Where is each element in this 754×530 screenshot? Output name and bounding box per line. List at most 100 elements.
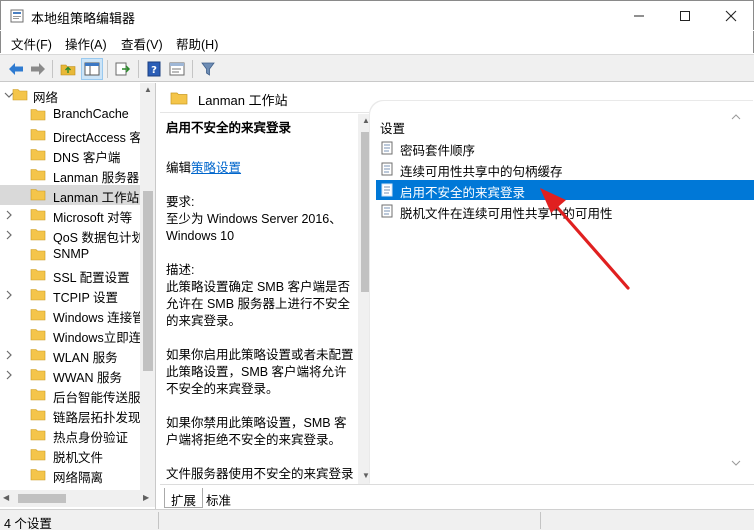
tree-item[interactable]: DirectAccess 客 xyxy=(0,125,142,145)
minimize-button[interactable] xyxy=(616,1,662,31)
folder-icon xyxy=(30,169,46,181)
help-icon: ? xyxy=(147,61,161,77)
folder-icon xyxy=(30,289,46,301)
tree-item[interactable]: Lanman 服务器 xyxy=(0,165,140,185)
tree-horizontal-scrollbar[interactable]: ◀ ▶ xyxy=(0,490,155,507)
close-icon xyxy=(725,10,737,22)
requirements-label: 要求: xyxy=(166,195,195,209)
tree-item-label: Windows 连接管 xyxy=(53,311,145,325)
tree-item[interactable]: WLAN 服务 xyxy=(0,345,140,365)
menu-action[interactable]: 操作(A) xyxy=(65,34,107,53)
chevron-right-icon[interactable] xyxy=(4,289,14,301)
tree-item[interactable]: SSL 配置设置 xyxy=(0,265,140,285)
tree-item-label: TCPIP 设置 xyxy=(53,291,119,305)
tree-item[interactable]: Windows立即连 xyxy=(0,325,141,345)
show-hide-tree-button[interactable] xyxy=(81,58,103,80)
up-one-level-button[interactable] xyxy=(57,58,79,80)
folder-icon xyxy=(30,329,46,341)
scrollbar-thumb[interactable] xyxy=(18,494,66,503)
menu-file[interactable]: 文件(F) xyxy=(11,34,52,53)
tree-item[interactable]: 链路层拓扑发现 xyxy=(0,405,141,425)
filter-icon xyxy=(201,62,215,76)
window-title: 本地组策略编辑器 xyxy=(31,11,136,26)
back-button[interactable] xyxy=(5,58,27,80)
maximize-button[interactable] xyxy=(662,1,708,31)
view-tabs: 扩展 标准 xyxy=(160,484,754,509)
status-bar: 4 个设置 xyxy=(0,509,754,530)
show-hide-tree-icon xyxy=(84,62,100,76)
scroll-up-arrow-icon[interactable]: ▲ xyxy=(144,85,152,94)
tree-item[interactable]: WWAN 服务 xyxy=(0,365,140,385)
folder-icon xyxy=(30,209,46,221)
edit-policy-link[interactable]: 策略设置 xyxy=(191,161,241,175)
toolbar-separator xyxy=(52,60,53,78)
tree-item[interactable]: Windows 连接管 xyxy=(0,305,145,325)
tree-item-label: 脱机文件 xyxy=(53,451,104,465)
scrollbar-thumb[interactable] xyxy=(143,191,153,371)
toolbar-separator xyxy=(107,60,108,78)
description-paragraph-4: 文件服务器使用不安全的来宾登录来允许对共享文件夹进行未经身份 xyxy=(166,467,354,481)
folder-icon xyxy=(30,109,46,121)
status-divider xyxy=(158,512,159,529)
title-bar: 本地组策略编辑器 xyxy=(0,0,754,30)
folder-icon xyxy=(30,189,46,201)
setting-row[interactable]: 启用不安全的来宾登录 xyxy=(376,180,754,200)
column-header-setting[interactable]: 设置 xyxy=(380,118,405,137)
up-folder-icon xyxy=(60,64,76,76)
tab-extended[interactable]: 扩展 xyxy=(164,488,204,508)
tree-item-label: Lanman 工作站 xyxy=(53,191,140,205)
tree-item[interactable]: 热点身份验证 xyxy=(0,425,140,445)
properties-button[interactable] xyxy=(166,58,188,80)
tree-item[interactable]: SNMP xyxy=(0,245,140,265)
tree-item-label: SNMP xyxy=(53,247,90,261)
policy-description: 启用不安全的来宾登录 编辑策略设置 要求: 至少为 Windows Server… xyxy=(166,120,358,484)
help-button[interactable]: ? xyxy=(143,58,165,80)
chevron-right-icon[interactable] xyxy=(4,209,14,221)
setting-row-label: 脱机文件在连续可用性共享中的可用性 xyxy=(400,207,613,221)
chevron-right-icon[interactable] xyxy=(4,369,14,381)
scroll-up-arrow-icon[interactable]: ▲ xyxy=(362,116,370,125)
tree-item[interactable]: 后台智能传送服 xyxy=(0,385,141,405)
tree-item[interactable]: 网络隔离 xyxy=(0,465,140,485)
scroll-down-arrow-icon[interactable]: ▼ xyxy=(362,471,370,480)
forward-arrow-icon xyxy=(31,63,45,75)
tab-standard[interactable]: 标准 xyxy=(200,488,237,508)
tree-item-label: 链路层拓扑发现 xyxy=(53,411,141,425)
scroll-right-arrow-icon[interactable]: ▶ xyxy=(143,493,149,502)
list-scrollbar[interactable] xyxy=(728,111,744,484)
tree-item[interactable]: Lanman 工作站 xyxy=(0,185,140,205)
tree-item[interactable]: DNS 客户端 xyxy=(0,145,140,165)
tree-vertical-scrollbar[interactable]: ▲ xyxy=(140,83,155,490)
policy-title: 启用不安全的来宾登录 xyxy=(166,121,292,135)
tree-item-label: 网络隔离 xyxy=(53,471,104,485)
folder-icon xyxy=(30,369,46,381)
chevron-right-icon[interactable] xyxy=(4,229,14,241)
setting-row-label: 启用不安全的来宾登录 xyxy=(400,186,526,200)
setting-row[interactable]: 密码套件顺序 xyxy=(376,138,754,158)
tree-item[interactable]: BranchCache xyxy=(0,105,140,125)
tree-item[interactable]: TCPIP 设置 xyxy=(0,285,140,305)
tree-item[interactable]: QoS 数据包计划 xyxy=(0,225,144,245)
tree-item[interactable]: 脱机文件 xyxy=(0,445,140,465)
chevron-right-icon[interactable] xyxy=(4,349,14,361)
menu-view[interactable]: 查看(V) xyxy=(121,34,163,53)
menu-help[interactable]: 帮助(H) xyxy=(176,34,218,53)
scroll-left-arrow-icon[interactable]: ◀ xyxy=(3,493,9,502)
tree-item-label: Microsoft 对等 xyxy=(53,211,133,225)
toolbar-separator xyxy=(138,60,139,78)
close-button[interactable] xyxy=(708,1,754,31)
folder-icon xyxy=(30,409,46,421)
setting-row[interactable]: 连续可用性共享中的句柄缓存 xyxy=(376,159,754,179)
filter-button[interactable] xyxy=(197,58,219,80)
export-list-button[interactable] xyxy=(112,58,134,80)
tree-item[interactable]: 网络 xyxy=(0,85,140,105)
edit-prefix: 编辑 xyxy=(166,161,192,175)
description-paragraph-3: 如果你禁用此策略设置，SMB 客户端将拒绝不安全的来宾登录。 xyxy=(166,416,347,447)
tree-item[interactable]: Microsoft 对等 xyxy=(0,205,140,225)
folder-icon xyxy=(30,149,46,161)
tree-item-label: BranchCache xyxy=(53,107,129,121)
menu-bar: 文件(F) 操作(A) 查看(V) 帮助(H) xyxy=(0,31,754,53)
forward-button[interactable] xyxy=(27,58,49,80)
setting-row[interactable]: 脱机文件在连续可用性共享中的可用性 xyxy=(376,201,754,221)
folder-icon xyxy=(30,349,46,361)
